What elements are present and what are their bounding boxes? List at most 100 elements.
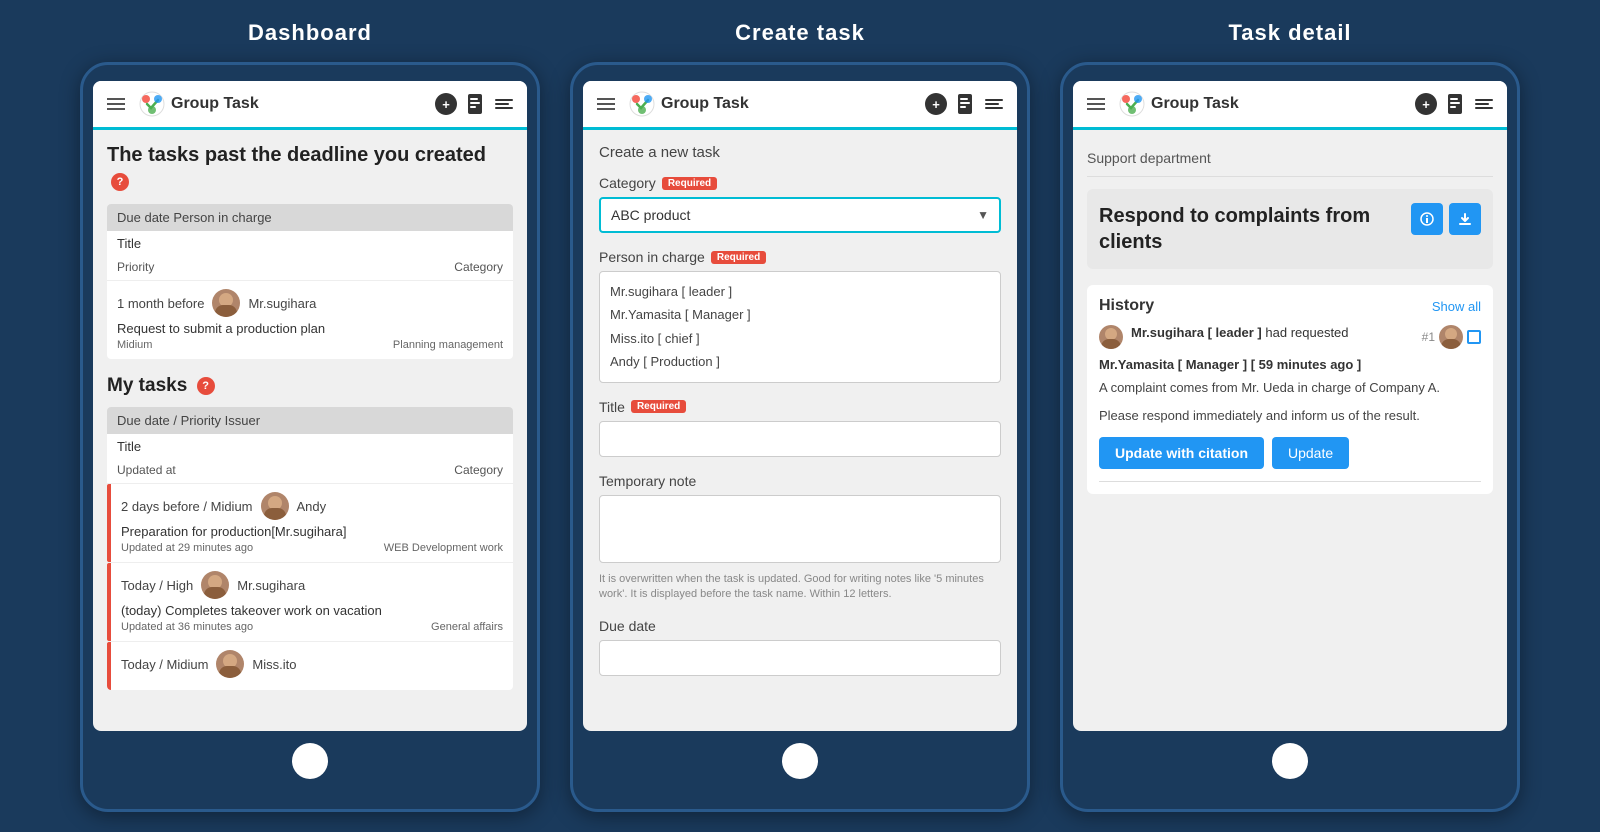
detail-app-bar-title: Group Task bbox=[1151, 95, 1239, 113]
detail-app-logo: Group Task bbox=[1119, 91, 1407, 117]
overdue-heading: The tasks past the deadline you created … bbox=[107, 142, 513, 194]
title-group: Title Required bbox=[599, 399, 1001, 457]
show-all-link[interactable]: Show all bbox=[1432, 299, 1481, 314]
due-date-group: Due date bbox=[599, 618, 1001, 676]
person-item-4[interactable]: Andy [ Production ] bbox=[610, 350, 990, 373]
detail-app-bar: Group Task + bbox=[1073, 81, 1507, 130]
overdue-task-item[interactable]: 1 month before Mr.sugihara Request to su… bbox=[107, 280, 513, 359]
history-header: History Show all bbox=[1099, 297, 1481, 315]
create-content: Create a new task Category Required ABC … bbox=[583, 130, 1017, 706]
my-tasks-heading: My tasks ? bbox=[107, 375, 513, 397]
category-group: Category Required ABC product ▼ bbox=[599, 175, 1001, 233]
temp-note-label: Temporary note bbox=[599, 473, 1001, 489]
update-button[interactable]: Update bbox=[1272, 437, 1349, 469]
create-add-icon[interactable]: + bbox=[925, 93, 947, 115]
my-tasks-meta-label: Updated at Category bbox=[107, 459, 513, 483]
my-tasks-item1-title: Preparation for production[Mr.sugihara] bbox=[121, 524, 503, 539]
my-tasks-item-1[interactable]: 2 days before / Midium Andy Preparation … bbox=[107, 483, 513, 562]
dashboard-app-bar: Group Task + bbox=[93, 81, 527, 130]
sugihara-avatar bbox=[212, 289, 240, 317]
task-detail-card: Respond to complaints from clients bbox=[1087, 189, 1493, 269]
due-date-input[interactable] bbox=[599, 640, 1001, 676]
create-list-icon[interactable] bbox=[985, 99, 1003, 109]
category-arrow-icon: ▼ bbox=[977, 208, 989, 222]
app-logo: Group Task bbox=[139, 91, 427, 117]
temp-note-input[interactable] bbox=[599, 495, 1001, 563]
sugihara-avatar-2 bbox=[201, 571, 229, 599]
overdue-title-label: Title bbox=[107, 231, 513, 256]
dashboard-screen: Dashboard G bbox=[80, 20, 540, 812]
task-detail-screen-title: Task detail bbox=[1228, 20, 1351, 46]
task-detail-actions bbox=[1411, 203, 1481, 235]
history-section: History Show all Mr.sugihara [ leader ] … bbox=[1087, 285, 1493, 494]
my-tasks-section: My tasks ? Due date / Priority Issuer Ti… bbox=[107, 375, 513, 690]
create-task-phone-screen: Group Task + bbox=[583, 81, 1017, 731]
overdue-task-card: Due date Person in charge Title Priority… bbox=[107, 204, 513, 359]
detail-logo-icon bbox=[1119, 91, 1145, 117]
hamburger-icon[interactable] bbox=[107, 98, 125, 110]
create-app-bar-icons: + bbox=[925, 93, 1003, 115]
detail-content: Support department Respond to complaints… bbox=[1073, 130, 1507, 506]
my-tasks-title-label: Title bbox=[107, 434, 513, 459]
category-required: Required bbox=[662, 177, 717, 190]
detail-list-icon[interactable] bbox=[1475, 99, 1493, 109]
my-tasks-item2-top: Today / High Mr.sugihara bbox=[121, 571, 503, 599]
overdue-help-icon[interactable]: ? bbox=[111, 173, 129, 191]
my-tasks-help-icon[interactable]: ? bbox=[197, 377, 215, 395]
create-app-bar: Group Task + bbox=[583, 81, 1017, 130]
history-text: Mr.sugihara [ leader ] had requested bbox=[1131, 325, 1414, 340]
due-date-label: Due date bbox=[599, 618, 1001, 634]
temp-note-group: Temporary note It is overwritten when th… bbox=[599, 473, 1001, 603]
create-logo-icon bbox=[629, 91, 655, 117]
list-icon[interactable] bbox=[495, 99, 513, 109]
priority-bar-2 bbox=[107, 563, 111, 641]
overdue-section: The tasks past the deadline you created … bbox=[107, 142, 513, 359]
create-page-label: Create a new task bbox=[599, 144, 1001, 161]
dashboard-phone: Group Task + bbox=[80, 62, 540, 812]
detail-hamburger-icon[interactable] bbox=[1087, 98, 1105, 110]
my-tasks-item-2[interactable]: Today / High Mr.sugihara (today) Complet… bbox=[107, 562, 513, 641]
create-document-icon[interactable] bbox=[957, 93, 975, 115]
priority-bar-1 bbox=[107, 484, 111, 562]
category-label: Category Required bbox=[599, 175, 1001, 191]
dashboard-home-button[interactable] bbox=[292, 743, 328, 779]
title-label: Title Required bbox=[599, 399, 1001, 415]
my-tasks-card: Due date / Priority Issuer Title Updated… bbox=[107, 407, 513, 690]
my-tasks-header: Due date / Priority Issuer bbox=[107, 407, 513, 434]
history-number-group: #1 bbox=[1422, 325, 1481, 349]
document-icon[interactable] bbox=[467, 93, 485, 115]
dashboard-content: The tasks past the deadline you created … bbox=[93, 130, 527, 702]
create-app-logo: Group Task bbox=[629, 91, 917, 117]
add-icon[interactable]: + bbox=[435, 93, 457, 115]
create-home-button[interactable] bbox=[782, 743, 818, 779]
overdue-header-row: Due date Person in charge bbox=[117, 210, 503, 225]
dashboard-screen-title: Dashboard bbox=[248, 20, 372, 46]
download-button[interactable] bbox=[1449, 203, 1481, 235]
my-tasks-item3-top: Today / Midium Miss.ito bbox=[121, 650, 503, 678]
copy-icon[interactable] bbox=[1467, 330, 1481, 344]
detail-home-button[interactable] bbox=[1272, 743, 1308, 779]
create-hamburger-icon[interactable] bbox=[597, 98, 615, 110]
my-tasks-item1-top: 2 days before / Midium Andy bbox=[121, 492, 503, 520]
info-button[interactable] bbox=[1411, 203, 1443, 235]
action-buttons-row: Update with citation Update bbox=[1099, 437, 1481, 469]
overdue-meta-label: Priority Category bbox=[107, 256, 513, 280]
my-tasks-item-3[interactable]: Today / Midium Miss.ito bbox=[107, 641, 513, 690]
person-item-2[interactable]: Mr.Yamasita [ Manager ] bbox=[610, 303, 990, 326]
person-list[interactable]: Mr.sugihara [ leader ] Mr.Yamasita [ Man… bbox=[599, 271, 1001, 383]
update-with-citation-button[interactable]: Update with citation bbox=[1099, 437, 1264, 469]
history-number: #1 bbox=[1422, 330, 1435, 344]
detail-divider bbox=[1099, 481, 1481, 482]
my-tasks-header-row: Due date / Priority Issuer bbox=[117, 413, 503, 428]
category-select[interactable]: ABC product ▼ bbox=[599, 197, 1001, 233]
title-input[interactable] bbox=[599, 421, 1001, 457]
dashboard-phone-screen: Group Task + bbox=[93, 81, 527, 731]
app-bar-title: Group Task bbox=[171, 95, 259, 113]
person-item-3[interactable]: Miss.ito [ chief ] bbox=[610, 327, 990, 350]
detail-document-icon[interactable] bbox=[1447, 93, 1465, 115]
my-tasks-item2-footer: Updated at 36 minutes ago General affair… bbox=[121, 621, 503, 633]
download-icon bbox=[1458, 212, 1472, 226]
person-item-1[interactable]: Mr.sugihara [ leader ] bbox=[610, 280, 990, 303]
group-task-logo-icon bbox=[139, 91, 165, 117]
detail-add-icon[interactable]: + bbox=[1415, 93, 1437, 115]
